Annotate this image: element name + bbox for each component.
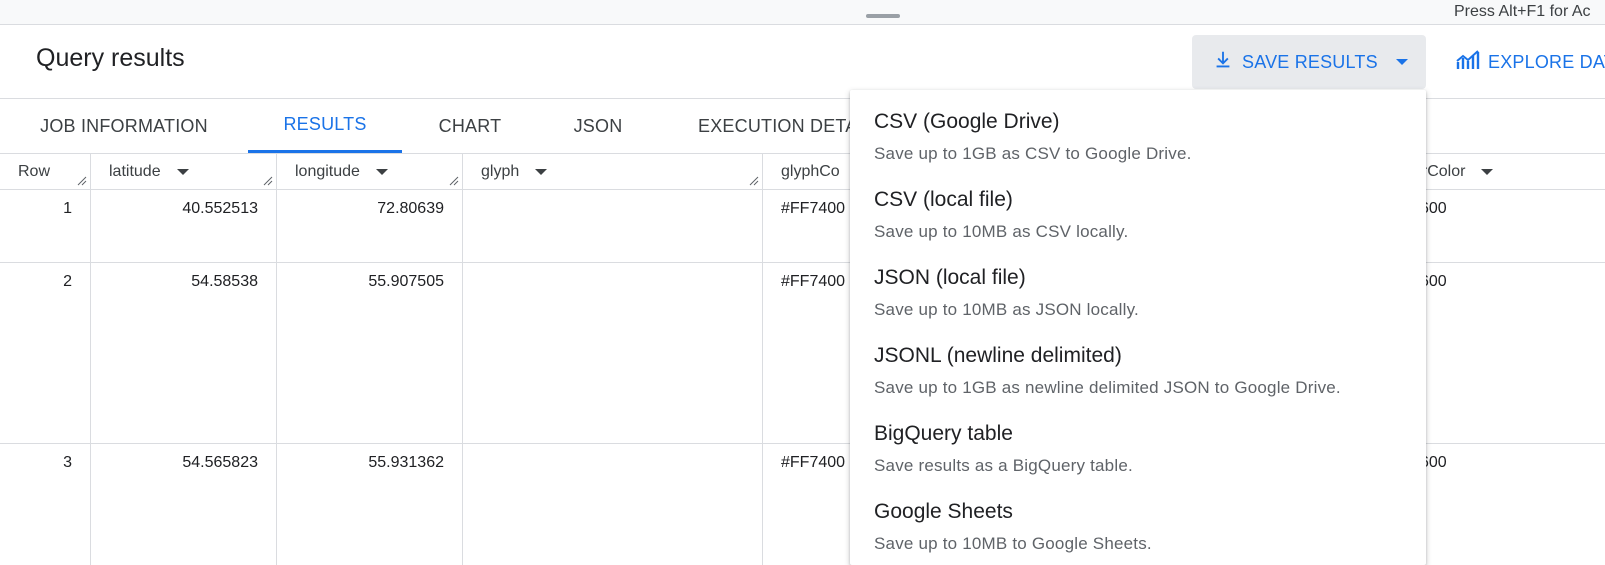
tab-job-information[interactable]: JOB INFORMATION <box>18 99 230 153</box>
column-header-glyph[interactable]: glyph <box>463 154 763 190</box>
resize-handle-icon[interactable] <box>77 176 87 186</box>
column-label: latitude <box>109 162 161 180</box>
menu-item-description: Save up to 1GB as newline delimited JSON… <box>874 378 1341 397</box>
cell-glyph <box>463 190 763 262</box>
menu-item-description: Save up to 10MB as CSV locally. <box>874 222 1129 241</box>
save-results-menu: CSV (Google Drive) Save up to 1GB as CSV… <box>850 90 1426 565</box>
page-title: Query results <box>36 44 185 72</box>
drag-handle-icon[interactable] <box>866 14 900 18</box>
menu-item-jsonl[interactable]: JSONL (newline delimited) Save up to 1GB… <box>850 344 1426 422</box>
cell-latitude: 40.552513 <box>91 190 277 262</box>
cell-longitude: 55.907505 <box>277 263 463 443</box>
menu-item-bigquery-table[interactable]: BigQuery table Save results as a BigQuer… <box>850 422 1426 500</box>
column-header-latitude[interactable]: latitude <box>91 154 277 190</box>
column-label: glyphCo <box>781 162 840 180</box>
resize-handle-icon[interactable] <box>749 176 759 186</box>
top-strip: Press Alt+F1 for Ac <box>0 0 1605 25</box>
cell-longitude: 72.80639 <box>277 190 463 262</box>
accessibility-hint: Press Alt+F1 for Ac <box>1454 3 1591 20</box>
column-label: Row <box>18 162 51 180</box>
chart-icon <box>1456 49 1480 76</box>
cell-latitude: 54.58538 <box>91 263 277 443</box>
row-number: 2 <box>0 263 91 443</box>
explore-data-button[interactable]: EXPLORE DAT <box>1456 35 1605 89</box>
menu-item-description: Save up to 10MB to Google Sheets. <box>874 534 1152 553</box>
menu-item-title: CSV (Google Drive) <box>874 110 1060 133</box>
tab-chart[interactable]: CHART <box>420 99 520 153</box>
tab-results[interactable]: RESULTS <box>248 99 402 153</box>
sort-dropdown-icon[interactable] <box>535 168 548 175</box>
resize-handle-icon[interactable] <box>449 176 459 186</box>
sort-dropdown-icon[interactable] <box>1481 168 1494 175</box>
column-label: glyph <box>481 162 520 180</box>
menu-item-description: Save up to 1GB as CSV to Google Drive. <box>874 144 1192 163</box>
menu-item-csv-local-file[interactable]: CSV (local file) Save up to 10MB as CSV … <box>850 188 1426 266</box>
row-number: 3 <box>0 444 91 565</box>
column-header-row[interactable]: Row <box>0 154 91 190</box>
menu-item-description: Save results as a BigQuery table. <box>874 456 1133 475</box>
chevron-down-icon <box>1395 59 1408 65</box>
column-header-longitude[interactable]: longitude <box>277 154 463 190</box>
menu-item-csv-google-drive[interactable]: CSV (Google Drive) Save up to 1GB as CSV… <box>850 110 1426 188</box>
cell-longitude: 55.931362 <box>277 444 463 565</box>
cell-glyph <box>463 263 763 443</box>
sort-dropdown-icon[interactable] <box>375 168 388 175</box>
menu-item-title: Google Sheets <box>874 500 1013 523</box>
menu-item-title: JSONL (newline delimited) <box>874 344 1122 367</box>
download-icon <box>1212 49 1234 76</box>
save-results-button[interactable]: SAVE RESULTS <box>1192 35 1426 89</box>
explore-data-label: EXPLORE DAT <box>1488 51 1605 72</box>
tab-json[interactable]: JSON <box>548 99 648 153</box>
cell-glyph <box>463 444 763 565</box>
sort-dropdown-icon[interactable] <box>176 168 189 175</box>
menu-item-json-local-file[interactable]: JSON (local file) Save up to 10MB as JSO… <box>850 266 1426 344</box>
menu-item-title: JSON (local file) <box>874 266 1026 289</box>
cell-latitude: 54.565823 <box>91 444 277 565</box>
menu-item-title: BigQuery table <box>874 422 1013 445</box>
resize-handle-icon[interactable] <box>263 176 273 186</box>
row-number: 1 <box>0 190 91 262</box>
menu-item-description: Save up to 10MB as JSON locally. <box>874 300 1139 319</box>
menu-item-title: CSV (local file) <box>874 188 1013 211</box>
menu-item-google-sheets[interactable]: Google Sheets Save up to 10MB to Google … <box>850 500 1426 565</box>
column-label: longitude <box>295 162 360 180</box>
save-results-label: SAVE RESULTS <box>1242 51 1378 72</box>
